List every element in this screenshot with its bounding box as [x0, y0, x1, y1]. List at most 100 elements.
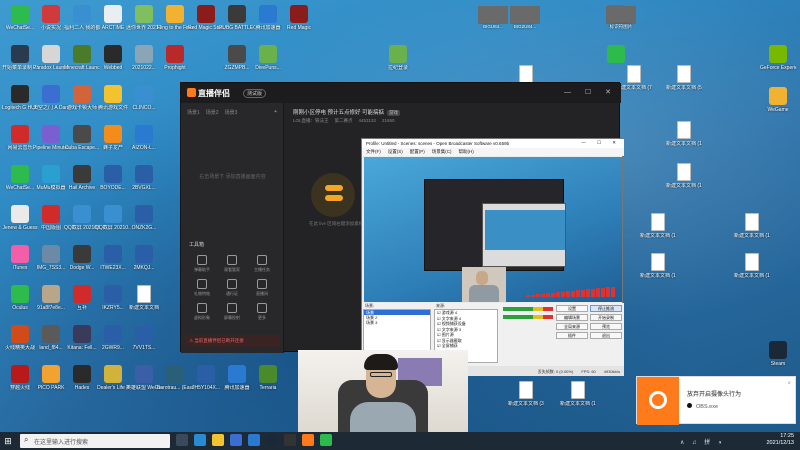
desktop-icon[interactable]: 2MKQJ... [126, 242, 162, 282]
preview-meter-bar [576, 290, 580, 297]
desktop-icon[interactable]: ONZK2G... [126, 202, 162, 242]
preview-obs-inner [485, 210, 565, 250]
store-icon[interactable] [230, 434, 242, 446]
desktop-icon[interactable]: 新建文本文档 (17) [666, 118, 702, 158]
desktop-icon[interactable]: 新建文本文档 [126, 282, 162, 322]
tab-scene-2[interactable]: 场景2 [206, 109, 219, 116]
desktop-icon[interactable]: Red Magic [281, 2, 317, 42]
desktop-icon[interactable]: 新建文本文档 (3) [508, 378, 544, 418]
start-button[interactable]: ⊞ [0, 432, 16, 450]
scene-list-item[interactable]: 场景 3 [364, 320, 430, 325]
system-tray-icons[interactable]: ∧ ♫ 拼 ◑ [680, 437, 725, 446]
tool-label: 礼物特效 [194, 291, 210, 296]
add-scene-button[interactable]: + [274, 109, 277, 116]
image-file-icon[interactable]: BIGU84... [478, 6, 508, 34]
toolbox-item[interactable]: 观看管家 [217, 255, 247, 273]
desktop-icon[interactable]: 新建文本文档 (10) [640, 210, 676, 250]
obs-window-controls[interactable]: — ☐ ✕ [581, 140, 621, 146]
obs-menu-item[interactable]: 帮助(H) [459, 149, 474, 155]
obs-menu-item[interactable]: 文件(F) [366, 149, 381, 155]
preview-meter-bar [566, 291, 570, 297]
toolbox-item[interactable]: 通行证 [217, 279, 247, 297]
desktop-icon[interactable]: 新建文本文档 (12) [666, 160, 702, 200]
toolbox-grid: 弹幕助手 观看管家 主播任务礼物特效 通行证 直播间虚拟形象 屏幕投射 更多 [187, 255, 279, 321]
desktop-icon[interactable]: 新建文本文档 (5) [666, 62, 702, 102]
desktop-icon-label: Red Magic [287, 25, 311, 31]
toolbox-item[interactable]: 屏幕投射 [217, 303, 247, 321]
obs-control-button[interactable]: 预览 [590, 323, 622, 330]
taskbar-clock[interactable]: 17:25 2021/12/13 [766, 433, 794, 447]
obs-control-button[interactable]: 编辑场景 [556, 314, 588, 321]
desktop-icon[interactable]: 新建文本文档 (13) [640, 250, 676, 290]
preview-meter-bar [571, 291, 575, 297]
room-meta-item: 21650 [382, 118, 395, 123]
desktop-icon[interactable]: Prophight [157, 42, 193, 82]
obs-control-button[interactable]: 全局来源 [556, 323, 588, 330]
obs-control-button[interactable]: 退出 [590, 332, 622, 339]
obs-control-button[interactable]: 插件 [556, 332, 588, 339]
desktop-icon[interactable]: DivePuns... [250, 42, 286, 82]
app-icon [42, 5, 60, 23]
desktop-icon[interactable]: 7VV1TS... [126, 322, 162, 362]
obs-menu-item[interactable]: 配置(P) [410, 149, 425, 155]
preview-meter-bar [561, 292, 565, 297]
tab-scene-3[interactable]: 场景3 [225, 109, 238, 116]
mail-icon[interactable] [248, 434, 260, 446]
live-window-controls[interactable]: — ☐ ✕ [564, 88, 617, 96]
room-title-text: 刚刚小区停电 预计五点修好 可能搞掂 [293, 110, 385, 116]
obs-preview[interactable] [364, 157, 622, 302]
tab-scene-1[interactable]: 场景1 [187, 109, 200, 116]
edge-icon[interactable] [194, 434, 206, 446]
desktop-icon[interactable]: Terraria [250, 362, 286, 402]
toolbox-item[interactable]: 主播任务 [247, 255, 277, 273]
tool-label: 主播任务 [254, 267, 270, 272]
toolbox-item[interactable]: 更多 [247, 303, 277, 321]
desktop-icon[interactable]: 拉纪登录 [380, 42, 416, 82]
steam-icon[interactable] [266, 434, 278, 446]
desktop-icon[interactable]: Steam [760, 338, 796, 378]
desktop-icon[interactable]: CLINCO... [126, 82, 162, 122]
image-file-icon[interactable]: 标识符图片 [606, 6, 636, 34]
desktop-icon[interactable]: 新建文本文档 (11) [734, 210, 770, 250]
tool-icon [257, 303, 267, 313]
source-list-item[interactable]: 全屏捕获 [435, 343, 497, 349]
obs-menu-item[interactable]: 设置(S) [388, 149, 403, 155]
toolbox-item[interactable]: 直播间 [247, 279, 277, 297]
obs-taskbar-icon[interactable] [284, 434, 296, 446]
preview-meter-bar [546, 293, 550, 297]
desktop-icon[interactable]: AIZON-L... [126, 122, 162, 162]
wechat-taskbar-icon[interactable] [320, 434, 332, 446]
taskbar-search-box[interactable]: 在这里输入进行搜索 [20, 434, 170, 448]
start-live-button[interactable] [325, 185, 343, 191]
mixer-bar-desktop[interactable] [503, 307, 553, 311]
file-explorer-icon[interactable] [212, 434, 224, 446]
obs-control-button[interactable]: 停止推流 [590, 305, 622, 312]
tool-icon [197, 279, 207, 289]
desktop-icon[interactable]: GeForce Experience [760, 42, 796, 82]
desktop-icon[interactable]: 新建文本文档 (7) [616, 62, 652, 102]
toolbox-item[interactable]: 礼物特效 [187, 279, 217, 297]
task-view-icon[interactable] [176, 434, 188, 446]
desktop-icon[interactable]: 新建文本文档 (16) [734, 250, 770, 290]
obs-control-button[interactable]: 设置 [556, 305, 588, 312]
obs-menu-item[interactable]: 场景集(C) [432, 149, 452, 155]
obs-control-button[interactable]: 开始录制 [590, 314, 622, 321]
notification-toast[interactable]: 放弃开启摄像头行为 OBS.exe × [636, 376, 796, 425]
thumbnail-label: BIG2U84... [513, 24, 537, 29]
toolbox-title: 工具箱 [189, 242, 205, 248]
app-icon [104, 325, 122, 343]
live-taskbar-icon[interactable] [302, 434, 314, 446]
app-icon [135, 85, 153, 103]
toast-close-button[interactable]: × [787, 381, 791, 387]
desktop-icon[interactable]: WeGame [760, 84, 796, 124]
mixer-bar-mic[interactable] [503, 315, 553, 319]
room-tag[interactable]: 游戏 [387, 110, 401, 116]
pause-live-button[interactable] [325, 195, 343, 201]
toolbox-item[interactable]: 虚拟形象 [187, 303, 217, 321]
app-icon [197, 365, 215, 383]
desktop-icon[interactable]: 新建文本文档 (18) [560, 378, 596, 418]
image-file-icon[interactable]: BIG2U84... [510, 6, 540, 34]
obs-control-row: 设置 停止推流 [556, 305, 622, 312]
desktop-icon[interactable]: 2BVGXL... [126, 162, 162, 202]
toolbox-item[interactable]: 弹幕助手 [187, 255, 217, 273]
